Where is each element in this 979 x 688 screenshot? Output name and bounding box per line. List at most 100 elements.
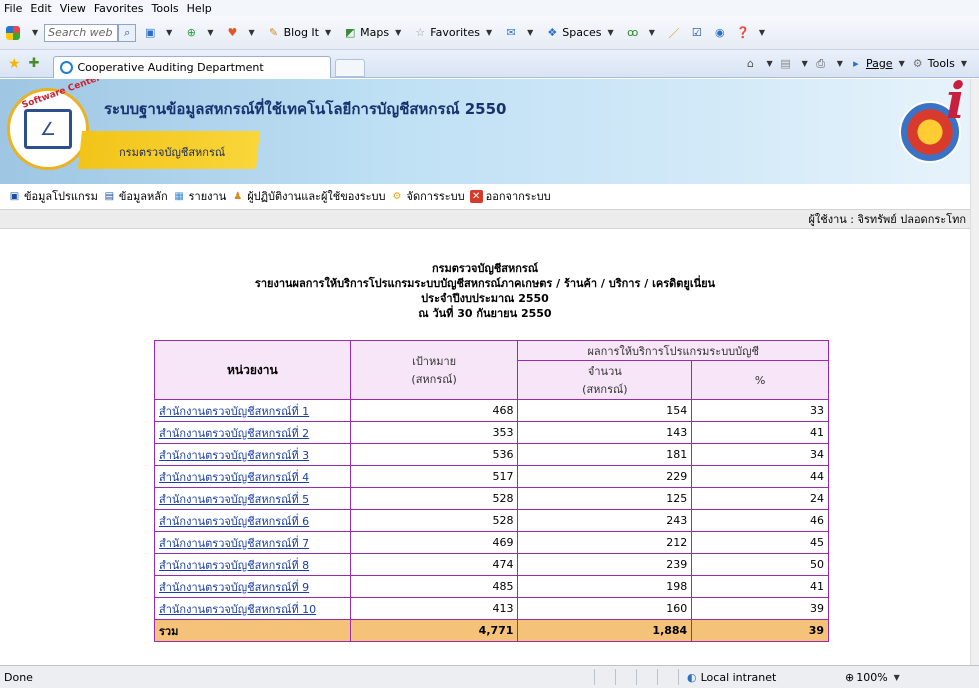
menu-bar: File Edit View Favorites Tools Help (0, 0, 979, 16)
menu-edit[interactable]: Edit (30, 2, 51, 15)
favorites-star-icon[interactable]: ★ (8, 56, 21, 72)
page-menu[interactable]: Page (866, 57, 893, 70)
total-percent: 39 (691, 619, 829, 642)
user-bar: ผู้ใช้งาน : จิรทรัพย์ ปลอดกระโทก (0, 209, 970, 229)
toolbar-messenger-button[interactable]: ♥ ▼ (225, 26, 260, 40)
tab-cooperative-auditing[interactable]: Cooperative Auditing Department (53, 55, 332, 78)
nav-label: รายงาน (188, 190, 227, 203)
toolbar-pen-button[interactable]: ／ (667, 26, 684, 40)
toolbar-sync-button[interactable]: ◉ (713, 26, 730, 40)
nav-program-info[interactable]: ▣ ข้อมูลโปรแกรม (8, 187, 98, 205)
toolbar-help-button[interactable]: ❓ ▼ (736, 26, 771, 40)
count-cell: 239 (517, 553, 693, 576)
toolbar-contacts-button[interactable]: ꝏ ▼ (626, 26, 661, 40)
office-link[interactable]: สำนักงานตรวจบัญชีสหกรณ์ที่ 3 (154, 443, 351, 466)
toolbar-maps-button[interactable]: ◩ Maps ▼ (343, 26, 407, 40)
total-target: 4,771 (349, 619, 519, 642)
tools-menu[interactable]: Tools (928, 57, 955, 70)
help-icon: ❓ (736, 26, 750, 39)
office-link[interactable]: สำนักงานตรวจบัญชีสหกรณ์ที่ 4 (154, 465, 351, 488)
computer-logo-icon: ∠ (24, 109, 72, 149)
command-bar: ▼ Search web ⌕ ▣ ▼ ⊕ ▼ ♥ ▼ ✎ Blog It ▼ ◩ Maps ▼… (0, 16, 979, 50)
count-cell: 229 (517, 465, 693, 488)
table-row: สำนักงานตรวจบัญชีสหกรณ์ที่ 3 536 181 34 (154, 443, 829, 466)
header-target-line2: (สหกรณ์) (411, 373, 457, 386)
menu-tools[interactable]: Tools (152, 2, 179, 15)
messenger-icon: ♥ (227, 26, 238, 39)
table-row: สำนักงานตรวจบัญชีสหกรณ์ที่ 6 528 243 46 (154, 509, 829, 532)
banner-title: ระบบฐานข้อมูลสหกรณ์ที่ใช้เทคโนโลยีการบัญ… (104, 100, 507, 118)
toolbar-mail-button[interactable]: ✉ ▼ (504, 26, 539, 40)
table-row: สำนักงานตรวจบัญชีสหกรณ์ที่ 8 474 239 50 (154, 553, 829, 576)
total-row: รวม 4,771 1,884 39 (154, 619, 829, 642)
chevron-down-icon: ▼ (648, 28, 655, 37)
menu-view[interactable]: View (60, 2, 86, 15)
status-divider (636, 669, 637, 685)
office-link[interactable]: สำนักงานตรวจบัญชีสหกรณ์ที่ 2 (154, 421, 351, 444)
feeds-icon[interactable]: ▤ (779, 57, 793, 71)
menu-favorites[interactable]: Favorites (94, 2, 144, 15)
nav-logout[interactable]: ✕ ออกจากระบบ (469, 187, 551, 205)
blogit-label: Blog It (283, 26, 319, 39)
nav-system-admin[interactable]: ⚙ จัดการระบบ (391, 187, 465, 205)
percent-cell: 41 (691, 421, 829, 444)
chevron-down-icon: ▼ (248, 28, 255, 37)
chevron-down-icon[interactable]: ▼ (899, 59, 905, 68)
search-input[interactable]: Search web (44, 23, 119, 42)
map-icon: ◩ (344, 26, 356, 39)
toolbar-edit-button[interactable]: ☑ (690, 26, 707, 40)
highlight-icon: ▣ (144, 26, 156, 39)
print-icon[interactable]: ⎙ (814, 57, 828, 71)
office-link[interactable]: สำนักงานตรวจบัญชีสหกรณ์ที่ 10 (154, 597, 351, 620)
blog-icon: ✎ (269, 26, 279, 39)
menu-file[interactable]: File (4, 2, 22, 15)
office-link[interactable]: สำนักงานตรวจบัญชีสหกรณ์ที่ 5 (154, 487, 351, 510)
settings-icon: ⚙ (392, 190, 402, 202)
nav-master-data[interactable]: ▤ ข้อมูลหลัก (103, 187, 168, 205)
target-cell: 485 (349, 575, 519, 598)
target-cell: 528 (349, 487, 519, 510)
user-label: ผู้ใช้งาน : (808, 213, 855, 226)
vertical-scrollbar[interactable] (970, 79, 979, 665)
toolbar-blogit-button[interactable]: ✎ Blog It ▼ (267, 26, 338, 40)
home-icon[interactable]: ⌂ (743, 57, 757, 71)
menu-help[interactable]: Help (187, 2, 212, 15)
security-zone[interactable]: ◐ Local intranet (687, 671, 837, 684)
zoom-icon: ⊕ (845, 670, 855, 684)
target-cell: 413 (349, 597, 519, 620)
add-favorite-icon[interactable]: ✚ (29, 56, 40, 71)
percent-cell: 50 (691, 553, 829, 576)
windows-logo-icon[interactable] (6, 25, 20, 40)
nav-label: จัดการระบบ (406, 190, 465, 203)
chevron-down-icon[interactable]: ▼ (961, 59, 967, 68)
chevron-down-icon[interactable]: ▼ (837, 59, 843, 68)
office-link[interactable]: สำนักงานตรวจบัญชีสหกรณ์ที่ 7 (154, 531, 351, 554)
toolbar-add-button[interactable]: ⊕ ▼ (184, 26, 219, 40)
spaces-icon: ❖ (547, 26, 558, 39)
status-divider (657, 669, 658, 685)
search-icon[interactable]: ⌕ (118, 23, 137, 42)
office-link[interactable]: สำนักงานตรวจบัญชีสหกรณ์ที่ 8 (154, 553, 351, 576)
nav-users[interactable]: ♟ ผู้ปฏิบัติงานและผู้ใช้ของระบบ (231, 187, 385, 205)
tab-toolbar-right: ⌂ ▼ ▤ ▼ ⎙ ▼ ▸ Page ▼ ⚙ Tools ▼ (743, 57, 979, 71)
report-title-line4: ณ วันที่ 30 กันยายน 2550 (418, 307, 552, 320)
toolbar-spaces-button[interactable]: ❖ Spaces ▼ (545, 26, 619, 40)
table-row: สำนักงานตรวจบัญชีสหกรณ์ที่ 7 469 212 45 (154, 531, 829, 554)
office-link[interactable]: สำนักงานตรวจบัญชีสหกรณ์ที่ 1 (154, 399, 351, 422)
chevron-down-icon[interactable]: ▼ (802, 59, 808, 68)
table-row: สำนักงานตรวจบัญชีสหกรณ์ที่ 9 485 198 41 (154, 575, 829, 598)
tab-title: Cooperative Auditing Department (77, 60, 264, 74)
chevron-down-icon: ▼ (607, 28, 614, 37)
zoom-control[interactable]: ⊕ 100% ▼ (845, 671, 906, 684)
percent-cell: 41 (691, 575, 829, 598)
spaces-label: Spaces (562, 26, 602, 39)
toolbar-favorites-button[interactable]: ☆ Favorites ▼ (413, 26, 498, 40)
chevron-down-icon[interactable]: ▼ (766, 59, 772, 68)
chevron-down-icon[interactable]: ▼ (32, 28, 38, 37)
table-row: สำนักงานตรวจบัญชีสหกรณ์ที่ 4 517 229 44 (154, 465, 829, 488)
office-link[interactable]: สำนักงานตรวจบัญชีสหกรณ์ที่ 9 (154, 575, 351, 598)
nav-report[interactable]: ▦ รายงาน (173, 187, 227, 205)
office-link[interactable]: สำนักงานตรวจบัญชีสหกรณ์ที่ 6 (154, 509, 351, 532)
toolbar-highlight-button[interactable]: ▣ ▼ (143, 26, 178, 40)
new-tab-button[interactable] (335, 58, 366, 77)
